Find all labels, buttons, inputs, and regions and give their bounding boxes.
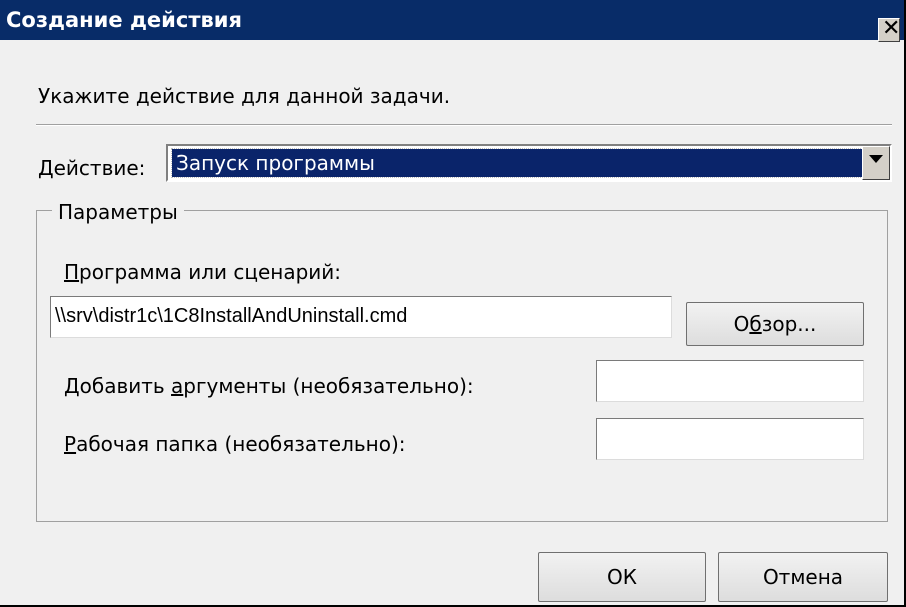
browse-label-pre: О [733, 312, 750, 336]
close-icon: ✕ [882, 16, 901, 41]
separator [36, 124, 892, 126]
working-folder-input[interactable] [596, 418, 864, 460]
chevron-down-icon [869, 155, 883, 163]
program-label-mnemonic: П [64, 260, 80, 284]
cancel-button[interactable]: Отмена [718, 552, 888, 602]
action-label-mnemonic: Д [38, 156, 54, 180]
program-label-text: рограмма или сценарий: [79, 260, 342, 284]
program-label: Программа или сценарий: [64, 260, 341, 284]
dropdown-button[interactable] [862, 146, 890, 180]
arguments-label-pre: Добавить [64, 374, 172, 398]
title-bar: Создание действия [0, 0, 904, 40]
working-folder-label-text: абочая папка (необязательно): [76, 432, 406, 456]
close-button[interactable]: ✕ [878, 16, 901, 42]
action-selected-value: Запуск программы [171, 148, 863, 178]
action-label-text: ействие: [53, 156, 146, 180]
working-folder-label: Рабочая папка (необязательно): [64, 432, 406, 456]
browse-label-post: зор... [761, 312, 817, 336]
browse-label-mnemonic: б [749, 312, 762, 336]
working-folder-label-mnemonic: Р [64, 432, 77, 456]
action-dropdown[interactable]: Запуск программы [166, 144, 892, 182]
arguments-input[interactable] [596, 360, 864, 402]
browse-button[interactable]: Обзор... [686, 302, 864, 346]
window-title: Создание действия [6, 8, 242, 32]
create-action-dialog: Создание действия ✕ Укажите действие для… [0, 0, 906, 607]
program-input-value: \\srv\distr1c\1C8InstallAndUninstall.cmd [55, 305, 408, 327]
arguments-label-mnemonic: а [171, 374, 184, 398]
action-label: Действие: [38, 156, 145, 180]
ok-button[interactable]: ОК [538, 552, 706, 602]
arguments-label-post: ргументы (необязательно): [183, 374, 474, 398]
program-input[interactable]: \\srv\distr1c\1C8InstallAndUninstall.cmd [50, 296, 672, 338]
arguments-label: Добавить аргументы (необязательно): [64, 374, 474, 398]
instruction-text: Укажите действие для данной задачи. [38, 84, 451, 108]
parameters-legend: Параметры [52, 200, 184, 224]
